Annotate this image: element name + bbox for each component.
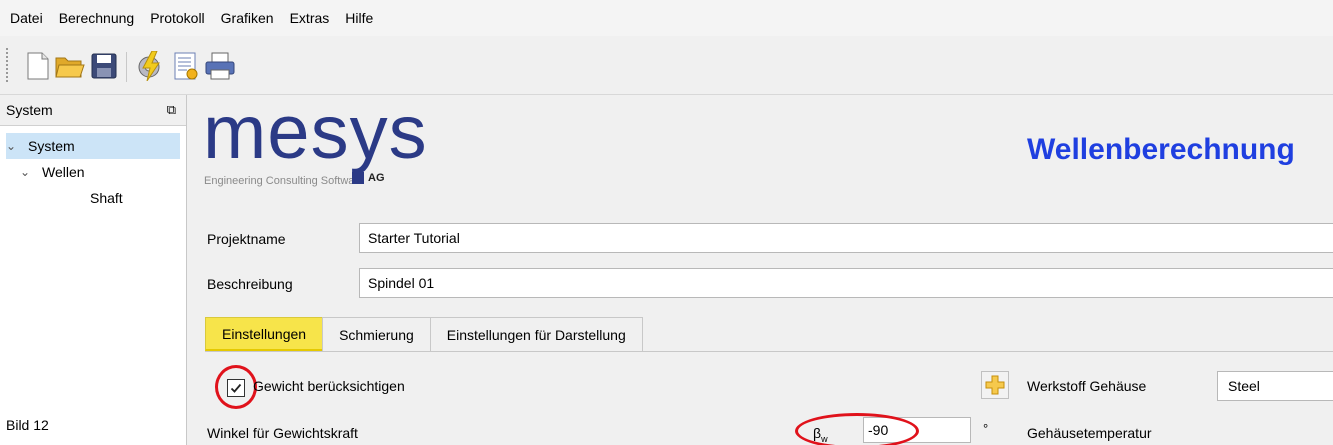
print-icon[interactable] (204, 50, 236, 82)
menu-grafiken[interactable]: Grafiken (213, 0, 282, 36)
tab-darstellung[interactable]: Einstellungen für Darstellung (429, 317, 643, 351)
open-folder-icon[interactable] (54, 50, 86, 82)
menu-berechnung[interactable]: Berechnung (51, 0, 143, 36)
angle-unit: ° (983, 421, 989, 436)
plus-icon (985, 375, 1005, 395)
logo-suffix: AG (352, 172, 385, 184)
tree-item-label: System (28, 138, 75, 154)
tree-item-label: Wellen (42, 164, 85, 180)
tree-item-wellen[interactable]: ⌄ Wellen (20, 159, 85, 185)
menu-protokoll[interactable]: Protokoll (142, 0, 212, 36)
highlight-ring-angle (795, 413, 919, 445)
logo-suffix-text: AG (368, 172, 385, 184)
tab-einstellungen[interactable]: Einstellungen (205, 317, 324, 351)
toolbar-separator (126, 52, 127, 82)
logo-square-icon (352, 172, 364, 184)
housing-material-select[interactable]: Steel (1217, 371, 1333, 401)
main-panel: mesys Engineering Consulting Software AG… (187, 95, 1333, 445)
tree-item-label: Shaft (90, 190, 123, 206)
menu-datei[interactable]: Datei (0, 0, 51, 36)
app-title: Wellenberechnung (1027, 133, 1295, 166)
logo-subtitle: Engineering Consulting Software (204, 175, 365, 187)
housing-temperature-label: Gehäusetemperatur (1027, 425, 1152, 441)
description-input[interactable] (359, 268, 1333, 298)
project-name-label: Projektname (207, 231, 286, 247)
system-tree-panel: System ⧉ ⌄ System ⌄ Wellen Shaft Bild 12 (0, 95, 187, 445)
save-icon[interactable] (88, 50, 120, 82)
angle-label: Winkel für Gewichtskraft (207, 425, 358, 441)
figure-caption: Bild 12 (6, 417, 49, 433)
tab-divider (205, 351, 1333, 352)
add-material-button[interactable] (981, 371, 1009, 399)
chevron-down-icon[interactable]: ⌄ (6, 139, 20, 153)
menu-bar: Datei Berechnung Protokoll Grafiken Extr… (0, 0, 1333, 36)
tab-schmierung[interactable]: Schmierung (322, 317, 431, 351)
highlight-ring-checkbox (215, 365, 257, 409)
chevron-down-icon[interactable]: ⌄ (20, 165, 34, 179)
panel-title: System (6, 102, 53, 118)
settings-tabs: Einstellungen Schmierung Einstellungen f… (205, 317, 643, 351)
company-logo: mesys (203, 95, 428, 175)
menu-extras[interactable]: Extras (282, 0, 338, 36)
tree-item-shaft[interactable]: Shaft (90, 185, 123, 211)
report-icon[interactable] (170, 50, 202, 82)
project-name-input[interactable] (359, 223, 1333, 253)
toolbar (0, 36, 1333, 95)
weight-checkbox-label: Gewicht berücksichtigen (253, 378, 405, 394)
new-file-icon[interactable] (22, 50, 54, 82)
restore-icon[interactable]: ⧉ (167, 102, 176, 118)
panel-header: System ⧉ (0, 95, 186, 126)
toolbar-grip[interactable] (6, 48, 8, 82)
tree-item-system[interactable]: ⌄ System (6, 133, 180, 159)
calculate-icon[interactable] (134, 50, 166, 82)
menu-hilfe[interactable]: Hilfe (337, 0, 381, 36)
description-label: Beschreibung (207, 276, 293, 292)
housing-material-label: Werkstoff Gehäuse (1027, 378, 1147, 394)
